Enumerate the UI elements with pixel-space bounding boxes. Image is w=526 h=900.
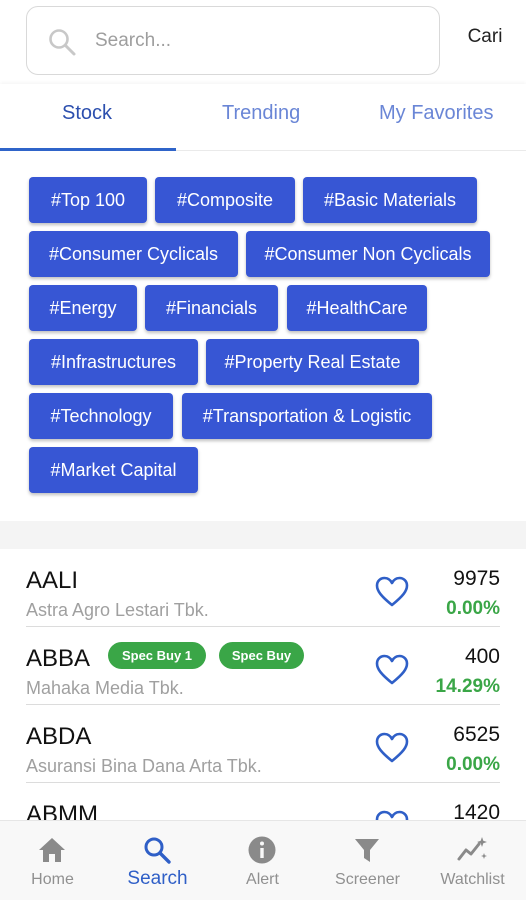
home-icon [39, 838, 65, 862]
stock-code: ABBA [26, 645, 91, 672]
stock-price: 1420 [453, 801, 500, 820]
stock-change: 0.00% [446, 598, 500, 619]
tag-technology[interactable]: #Technology [29, 393, 173, 439]
heart-icon[interactable] [375, 654, 409, 686]
heart-icon[interactable] [375, 576, 409, 608]
stock-price: 400 [464, 645, 500, 668]
stock-row-abmm[interactable]: ABMM 1420 [0, 783, 526, 820]
tag-property-real-estate[interactable]: #Property Real Estate [206, 339, 419, 385]
nav-home[interactable]: Home [0, 821, 105, 900]
stock-price: 6525 [453, 723, 500, 746]
stock-change: 14.29% [435, 676, 500, 697]
tag-healthcare[interactable]: #HealthCare [287, 285, 427, 331]
search-box[interactable] [26, 6, 440, 75]
tag-market-capital[interactable]: #Market Capital [29, 447, 198, 493]
nav-label: Alert [246, 871, 279, 888]
stock-price: 9975 [453, 567, 500, 590]
nav-alert[interactable]: Alert [210, 821, 315, 900]
tag-basic-materials[interactable]: #Basic Materials [303, 177, 477, 223]
tab-my-favorites[interactable]: My Favorites [379, 102, 493, 125]
nav-screener[interactable]: Screener [315, 821, 420, 900]
search-submit-button[interactable]: Cari [455, 26, 515, 48]
search-icon [49, 29, 76, 56]
nav-label: Screener [335, 871, 400, 888]
stock-name: Astra Agro Lestari Tbk. [26, 600, 209, 620]
search-icon [144, 837, 171, 864]
tag-energy[interactable]: #Energy [29, 285, 137, 331]
stock-name: Mahaka Media Tbk. [26, 678, 184, 698]
info-icon [248, 836, 276, 864]
search-input[interactable] [95, 21, 415, 61]
stock-name: Asuransi Bina Dana Arta Tbk. [26, 756, 262, 776]
stock-code: AALI [26, 567, 79, 594]
tag-infrastructures[interactable]: #Infrastructures [29, 339, 198, 385]
nav-label: Home [31, 871, 74, 888]
nav-search[interactable]: Search [105, 821, 210, 900]
tab-bar: Stock Trending My Favorites [0, 84, 526, 152]
tag-transportation-logistic[interactable]: #Transportation & Logistic [182, 393, 432, 439]
stock-row-abda[interactable]: ABDA Asuransi Bina Dana Arta Tbk. 6525 0… [0, 705, 526, 783]
tag-consumer-cyclicals[interactable]: #Consumer Cyclicals [29, 231, 238, 277]
tab-trending[interactable]: Trending [222, 102, 300, 125]
stock-code: ABDA [26, 723, 92, 750]
tag-top-100[interactable]: #Top 100 [29, 177, 147, 223]
tag-composite[interactable]: #Composite [155, 177, 295, 223]
signal-badge: Spec Buy [219, 642, 304, 669]
signal-badge: Spec Buy 1 [108, 642, 206, 669]
tab-stock[interactable]: Stock [62, 102, 112, 125]
chart-sparkle-icon [457, 837, 487, 861]
bottom-navigation: Home Search Alert Screener Watchlist [0, 820, 526, 900]
nav-watchlist[interactable]: Watchlist [420, 821, 525, 900]
search-bar: Cari [0, 0, 526, 84]
heart-icon[interactable] [375, 810, 409, 820]
nav-label: Watchlist [440, 871, 505, 888]
stock-code: ABMM [26, 801, 98, 820]
tag-consumer-non-cyclicals[interactable]: #Consumer Non Cyclicals [246, 231, 490, 277]
filter-icon [355, 839, 379, 862]
stock-list: AALI Astra Agro Lestari Tbk. 9975 0.00% … [0, 549, 526, 820]
tag-financials[interactable]: #Financials [145, 285, 278, 331]
sector-tags: #Top 100 #Composite #Basic Materials #Co… [0, 151, 526, 521]
heart-icon[interactable] [375, 732, 409, 764]
stock-row-aali[interactable]: AALI Astra Agro Lestari Tbk. 9975 0.00% [0, 549, 526, 627]
section-divider [0, 521, 526, 549]
stock-change: 0.00% [446, 754, 500, 775]
nav-label: Search [127, 868, 188, 889]
